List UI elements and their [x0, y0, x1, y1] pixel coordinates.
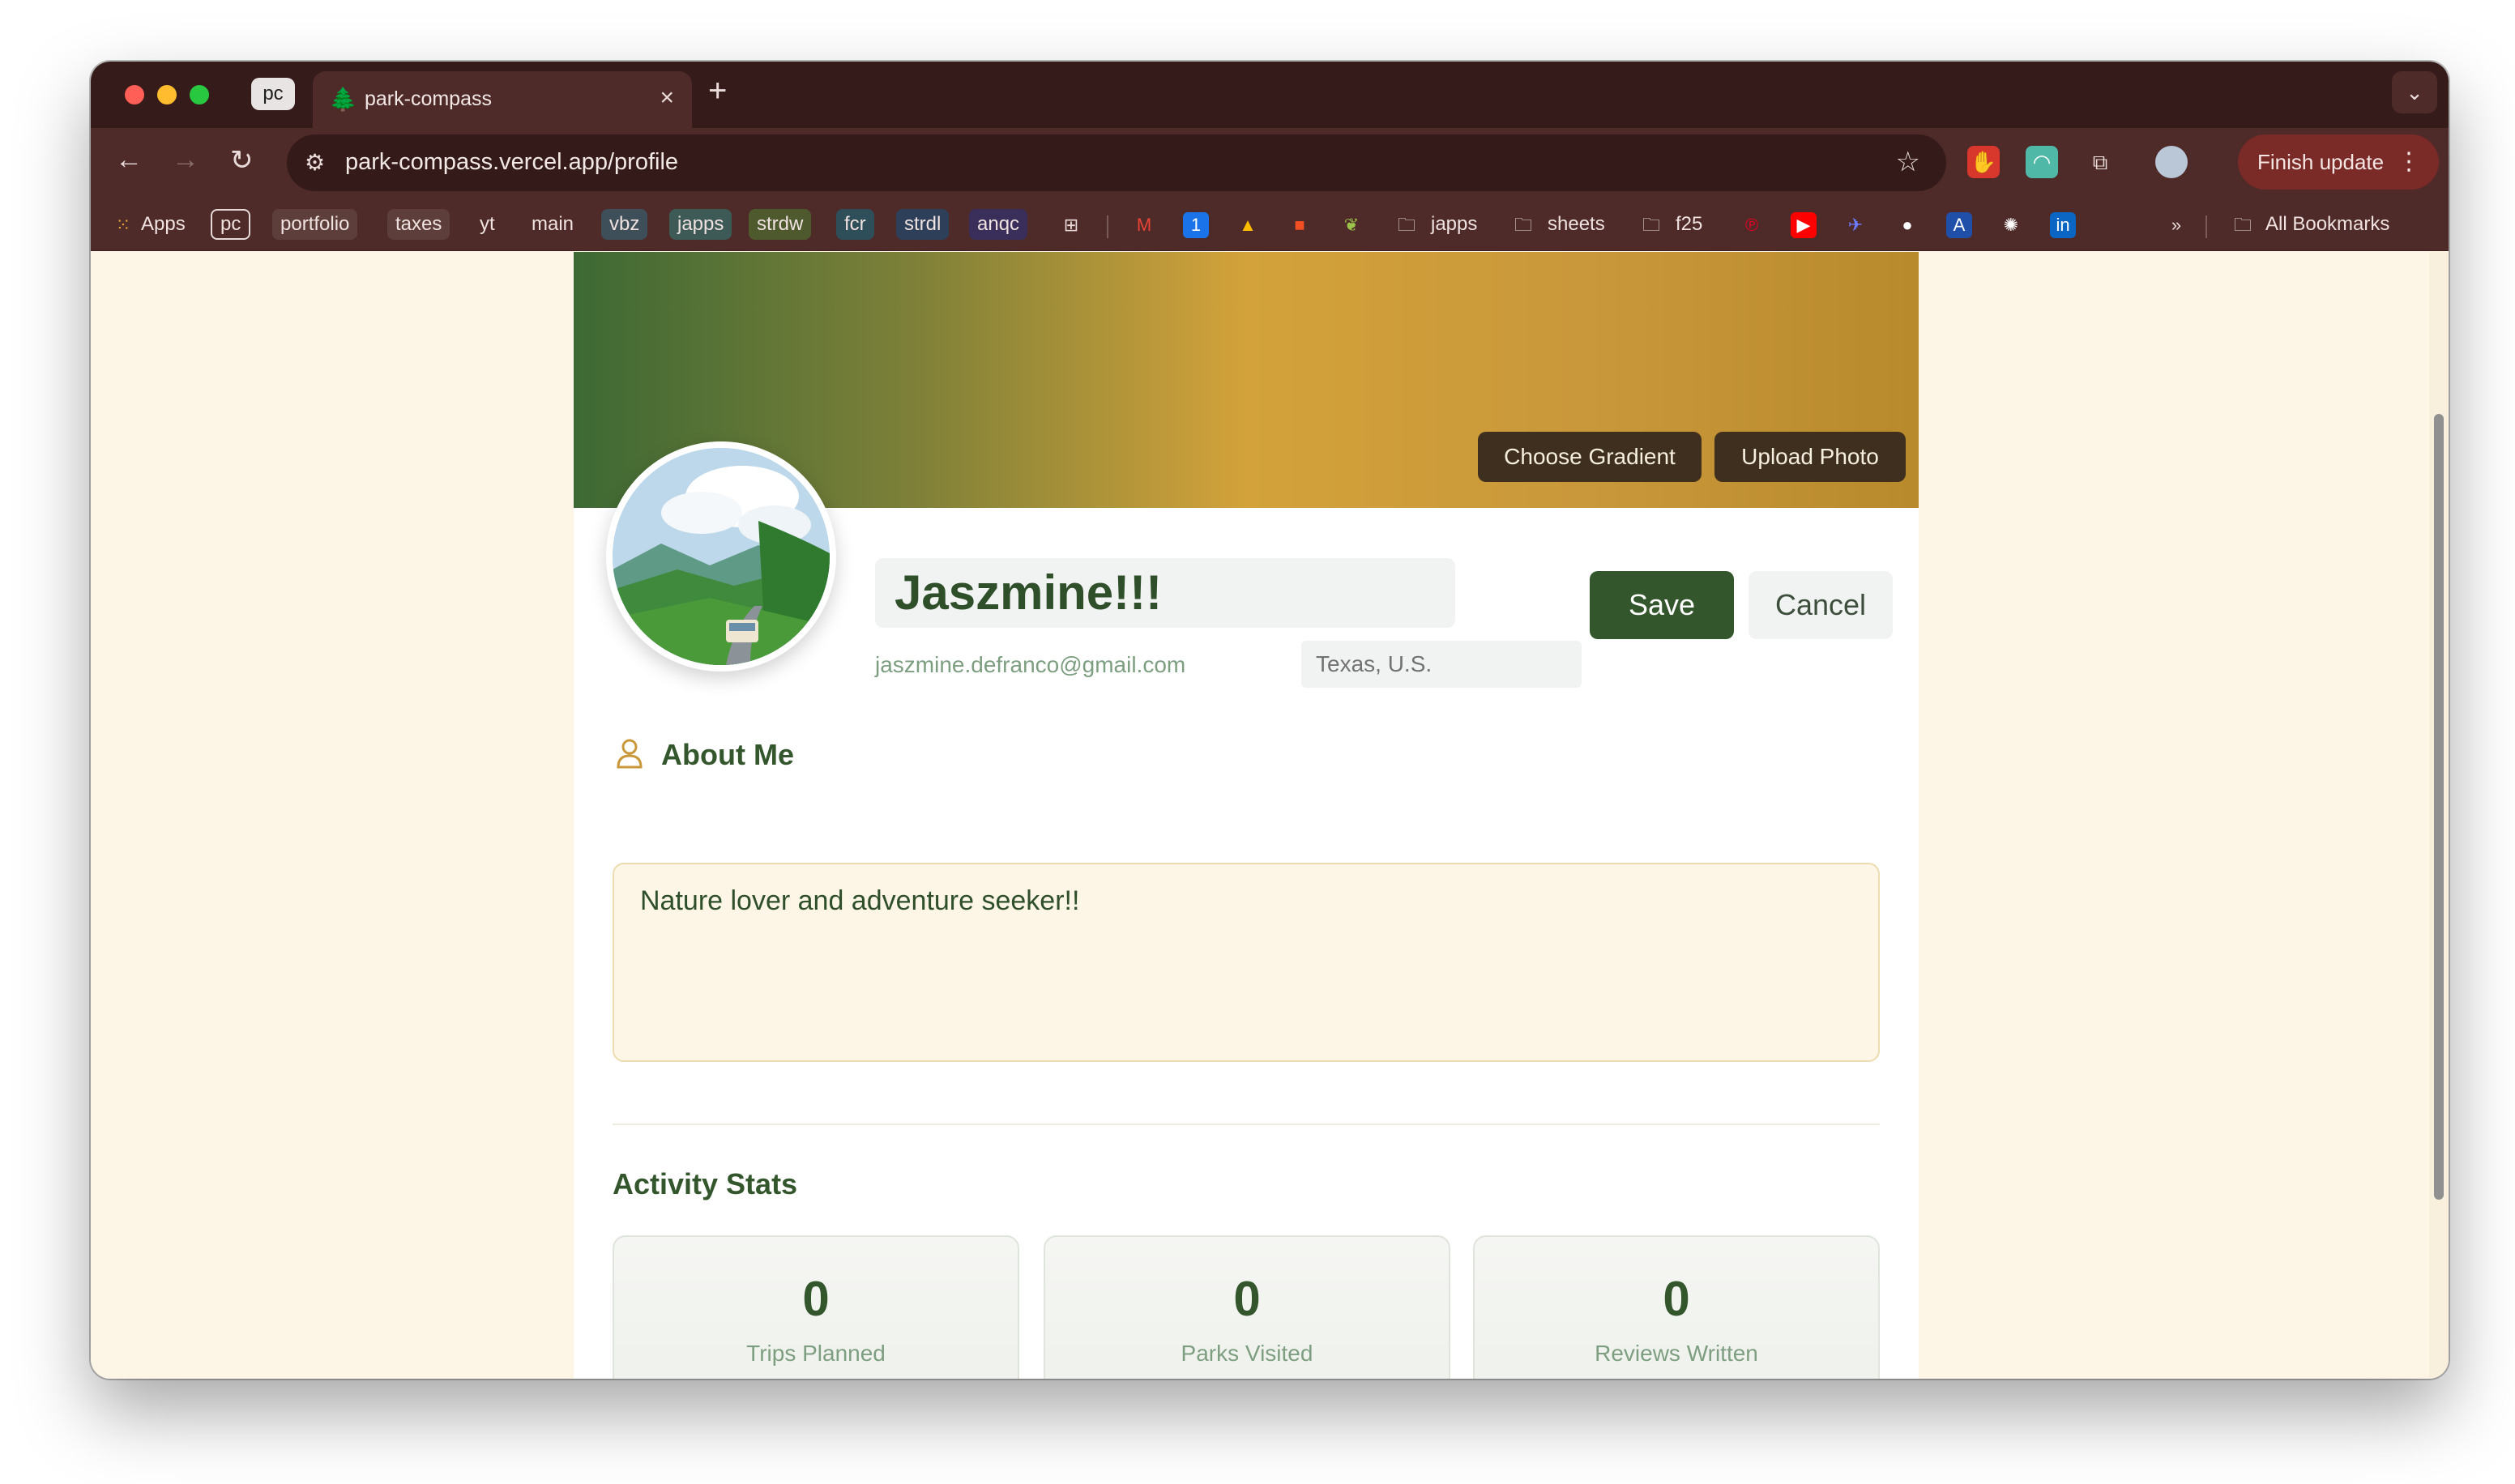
folder-icon: 🗀 [1397, 215, 1415, 235]
folder-icon: 🗀 [1514, 215, 1532, 235]
section-divider [613, 1124, 1880, 1125]
bookmark-apps[interactable]: Apps [133, 209, 194, 240]
bookmark-taxes[interactable]: taxes [387, 209, 450, 240]
bookmark-anqc[interactable]: anqc [969, 209, 1028, 240]
bookmark-strdl[interactable]: strdl [896, 209, 950, 240]
bookmark-fcr[interactable]: fcr [836, 209, 874, 240]
forward-arrow-icon[interactable]: → [172, 144, 199, 176]
profile-card: Choose Gradient Upload Photo Jaszmine!!!… [574, 252, 1919, 1379]
stat-card-parks-visited: 0 Parks Visited [1044, 1235, 1450, 1379]
url-text[interactable]: park-compass.vercel.app/profile [345, 149, 678, 176]
about-me-textarea[interactable]: Nature lover and adventure seeker!! [613, 863, 1880, 1062]
bookmark-strdw[interactable]: strdw [749, 209, 812, 240]
display-name-input[interactable]: Jaszmine!!! [875, 558, 1455, 628]
finish-update-button[interactable]: Finish update ⋮ [2238, 134, 2439, 190]
profile-tab-group-chip[interactable]: pc [251, 78, 295, 110]
tab-title: park-compass [365, 87, 492, 110]
extension-red-icon[interactable]: ✋ [1967, 146, 2000, 178]
browser-toolbar: ← → ↻ ⚙ park-compass.vercel.app/profile … [91, 128, 2449, 199]
page-scrollbar[interactable] [2429, 252, 2449, 1379]
close-tab-icon[interactable]: × [660, 84, 674, 112]
bookmarks-bar: ⁙ Apps pc portfolio taxes yt main vbz ja… [91, 199, 2449, 251]
bookmark-folder-sheets[interactable]: sheets [1539, 209, 1613, 240]
more-menu-icon: ⋮ [2397, 148, 2421, 175]
bookmark-folder-f25[interactable]: f25 [1667, 209, 1710, 240]
tab-search-chevron-down-icon[interactable]: ⌄ [2392, 71, 2437, 113]
stat-card-trips-planned: 0 Trips Planned [613, 1235, 1019, 1379]
bookmark-main[interactable]: main [523, 209, 582, 240]
maximize-window-button[interactable] [190, 85, 209, 104]
extensions-puzzle-icon[interactable]: ⧉ [2084, 146, 2116, 178]
google-calendar-icon[interactable]: 1 [1183, 212, 1209, 238]
bird-app-icon[interactable]: ✈ [1842, 212, 1868, 238]
new-tab-icon[interactable]: + [708, 73, 727, 109]
bookmark-portfolio[interactable]: portfolio [272, 209, 358, 240]
activity-stats-heading: Activity Stats [613, 1167, 798, 1200]
pinterest-icon[interactable]: ℗ [1739, 212, 1765, 238]
about-me-heading: About Me [661, 738, 794, 771]
all-bookmarks-folder-icon: 🗀 [2233, 215, 2252, 235]
page-viewport: Choose Gradient Upload Photo Jaszmine!!!… [91, 252, 2449, 1379]
stat-card-reviews-written: 0 Reviews Written [1473, 1235, 1880, 1379]
user-icon [617, 739, 643, 769]
close-window-button[interactable] [125, 85, 144, 104]
finish-update-label: Finish update [2257, 150, 2385, 174]
profile-avatar-icon[interactable] [2155, 146, 2188, 178]
stat-label: Trips Planned [746, 1341, 886, 1366]
bookmark-pc[interactable]: pc [211, 209, 251, 240]
email-text: jaszmine.defranco@gmail.com [875, 652, 1186, 677]
profile-avatar[interactable] [606, 441, 836, 672]
microsoft-icon[interactable]: ■ [1287, 212, 1313, 238]
cancel-button[interactable]: Cancel [1749, 571, 1893, 639]
bookmark-star-icon[interactable]: ☆ [1896, 146, 1920, 178]
tab-strip: pc 🌲 park-compass × + ⌄ [91, 62, 2449, 130]
tab-park-compass[interactable]: 🌲 park-compass × [313, 71, 692, 130]
tab-groups-grid-icon[interactable]: ⊞ [1058, 212, 1084, 238]
openai-icon[interactable]: ✺ [1998, 212, 2024, 238]
more-bookmarks-chevron-icon[interactable]: » [2163, 212, 2189, 238]
bookmark-japps[interactable]: japps [669, 209, 732, 240]
save-button[interactable]: Save [1590, 571, 1734, 639]
github-icon[interactable]: ● [1894, 212, 1920, 238]
letter-a-app-icon[interactable]: A [1946, 212, 1972, 238]
all-bookmarks[interactable]: All Bookmarks [2257, 209, 2398, 240]
youtube-icon[interactable]: ▶ [1791, 212, 1817, 238]
address-bar[interactable]: ⚙ park-compass.vercel.app/profile ☆ [287, 134, 1946, 191]
bookmark-separator [1107, 215, 1108, 238]
browser-window: pc 🌲 park-compass × + ⌄ ← → ↻ ⚙ park-com… [91, 62, 2449, 1379]
location-input[interactable]: Texas, U.S. [1301, 641, 1582, 688]
site-settings-icon[interactable]: ⚙ [305, 149, 325, 176]
bookmark-vbz[interactable]: vbz [601, 209, 648, 240]
stat-label: Parks Visited [1181, 1341, 1313, 1366]
upload-photo-button[interactable]: Upload Photo [1714, 432, 1906, 482]
stat-value: 0 [1233, 1272, 1261, 1326]
plant-app-icon[interactable]: ❦ [1339, 212, 1364, 238]
minimize-window-button[interactable] [157, 85, 177, 104]
landscape-avatar-image [613, 448, 830, 665]
scrollbar-thumb[interactable] [2434, 414, 2444, 1200]
google-drive-icon[interactable]: ▲ [1235, 212, 1261, 238]
stat-value: 0 [802, 1272, 830, 1326]
back-arrow-icon[interactable]: ← [115, 144, 143, 176]
linkedin-icon[interactable]: in [2050, 212, 2076, 238]
choose-gradient-button[interactable]: Choose Gradient [1478, 432, 1702, 482]
bookmark-folder-japps[interactable]: japps [1423, 209, 1485, 240]
stat-label: Reviews Written [1595, 1341, 1758, 1366]
reload-icon[interactable]: ↻ [230, 144, 254, 177]
bookmark-yt[interactable]: yt [472, 209, 503, 240]
stat-value: 0 [1663, 1272, 1690, 1326]
bookmark-separator [2205, 215, 2207, 238]
tree-favicon-icon: 🌲 [329, 87, 357, 112]
extension-teal-icon[interactable]: ◠ [2026, 146, 2058, 178]
folder-icon: 🗀 [1642, 215, 1660, 235]
gmail-icon[interactable]: M [1131, 212, 1157, 238]
